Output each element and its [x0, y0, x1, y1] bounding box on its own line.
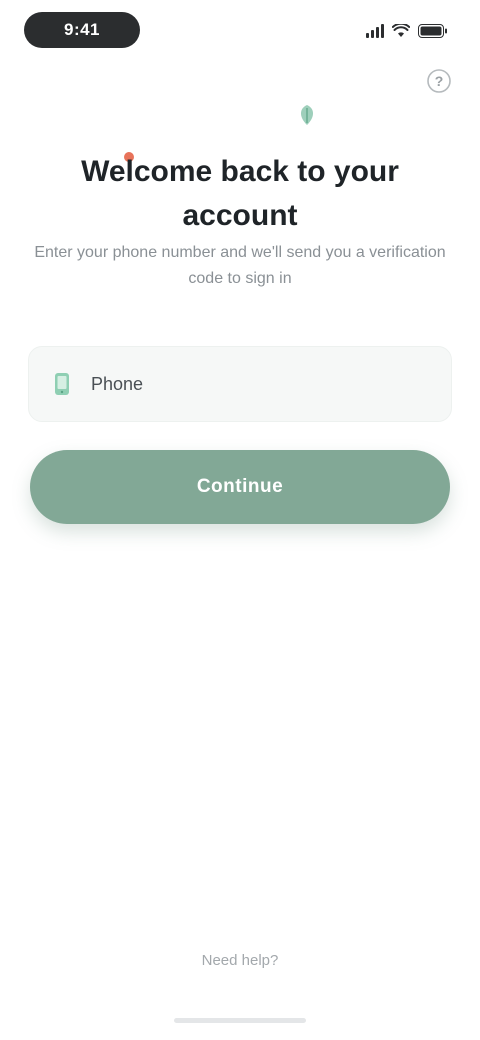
help-icon[interactable]: ?: [424, 66, 454, 96]
status-time: 9:41: [24, 12, 140, 48]
continue-button[interactable]: Continue: [30, 450, 450, 524]
battery-icon: [418, 24, 448, 38]
leaf-icon: [292, 100, 322, 130]
help-glyph: ?: [435, 73, 444, 89]
phone-field[interactable]: [28, 346, 452, 422]
status-bar: 9:41: [0, 0, 480, 60]
page-subtitle: Enter your phone number and we'll send y…: [34, 244, 446, 287]
phone-icon: [49, 371, 75, 397]
home-indicator: [174, 1018, 306, 1023]
login-screen: 9:41 ? Welcome back to your account Ente…: [0, 0, 480, 1040]
phone-input[interactable]: [89, 346, 451, 422]
header: ?: [0, 62, 480, 102]
page-title: Welcome back to your account: [81, 155, 399, 232]
help-link[interactable]: Need help?: [140, 952, 340, 969]
status-icons: [366, 20, 448, 42]
signal-icon: [366, 24, 384, 38]
wifi-icon: [392, 24, 410, 38]
